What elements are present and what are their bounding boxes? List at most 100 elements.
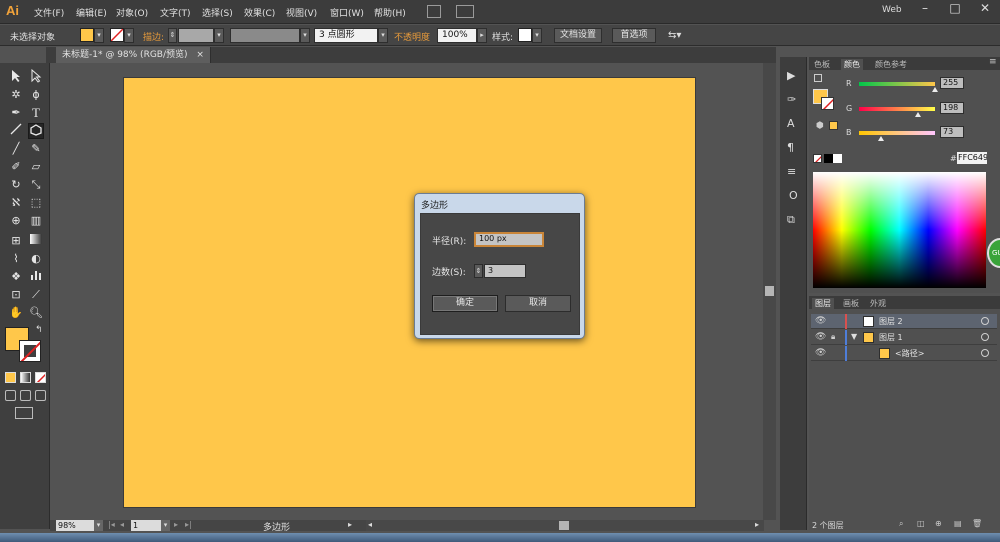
none-mode-icon[interactable] [35,372,46,383]
align-icon[interactable]: ≡ [787,165,796,178]
ok-button[interactable]: 确定 [432,295,498,312]
sides-input[interactable]: 3 [484,264,526,278]
stroke-weight-stepper[interactable]: ⇕ [168,28,177,43]
column-graph-tool-icon[interactable] [28,269,44,285]
layer-name[interactable]: 图层 1 [879,332,903,343]
minimize-button[interactable]: – [910,0,940,17]
preferences-button[interactable]: 首选项 [612,28,656,43]
blob-brush-tool-icon[interactable]: ✐ [8,159,24,175]
layer-row[interactable]: 👁︎ 图层 2 [811,314,997,329]
visibility-eye-icon[interactable]: 👁︎ [815,332,826,342]
variable-width-profile[interactable] [230,28,300,43]
artboard-tool-icon[interactable]: ⊡ [8,287,24,303]
screen-mode-icon[interactable] [15,407,33,419]
swap-fill-stroke-icon[interactable]: ↰ [35,325,43,335]
default-colors-icon[interactable] [814,74,822,82]
stroke-dropdown[interactable]: ▾ [124,28,134,43]
horizontal-scrollbar[interactable]: ◂ ▸ [366,520,764,531]
tab-artboards[interactable]: 画板 [843,298,859,309]
layer-target-icon[interactable] [981,317,989,325]
pen-tool-icon[interactable]: ✒ [8,105,24,121]
gradient-tool-icon[interactable] [28,233,44,249]
opacity-field[interactable]: 100% [437,28,477,43]
layer-name[interactable]: 图层 2 [879,316,903,327]
maximize-button[interactable]: □ [940,0,970,17]
path-target-icon[interactable] [981,349,989,357]
arrange-documents-icon[interactable] [456,5,474,18]
menu-object[interactable]: 对象(O) [116,6,148,19]
red-slider-thumb[interactable] [932,87,938,92]
lock-icon[interactable]: 🔒︎ [831,332,835,342]
prev-page-icon[interactable]: ◂ [120,520,124,529]
lasso-tool-icon[interactable]: ϕ [28,87,44,103]
selection-tool-icon[interactable] [8,69,24,85]
graphic-style-swatch[interactable] [518,28,532,42]
pathfinder-icon[interactable]: ⧉ [787,213,795,227]
layer-target-icon[interactable] [981,333,989,341]
gradient-mode-icon[interactable] [20,372,31,383]
first-page-icon[interactable]: |◂ [108,520,115,529]
menu-view[interactable]: 视图(V) [286,6,317,19]
vertical-scrollbar[interactable] [763,63,776,520]
visibility-eye-icon[interactable]: 👁︎ [815,348,826,358]
rotate-tool-icon[interactable]: ↻ [8,177,24,193]
gamut-swatch[interactable] [829,121,838,130]
brush-dropdown[interactable]: ▾ [378,28,388,43]
zoom-dropdown[interactable]: ▾ [94,520,103,531]
scroll-left-icon[interactable]: ◂ [368,520,372,529]
eraser-tool-icon[interactable]: ▱ [28,159,44,175]
radius-input[interactable]: 100 px [474,232,544,247]
vertical-scroll-thumb[interactable] [765,286,774,296]
document-tab[interactable]: 未标题-1* @ 98% (RGB/预览) × [56,47,211,63]
none-color-swatch[interactable] [813,154,822,163]
brush-definition[interactable]: 3 点圆形 [314,28,378,43]
panel-menu-icon[interactable]: ≡ [989,57,997,67]
fill-swatch[interactable] [80,28,94,42]
cancel-button[interactable]: 取消 [505,295,571,312]
scale-tool-icon[interactable]: ⤡ [28,177,44,193]
new-layer-icon[interactable]: ▤ [954,519,962,528]
magic-wand-tool-icon[interactable]: ✲ [8,87,24,103]
color-mode-icon[interactable] [5,372,16,383]
hand-tool-icon[interactable]: ✋ [8,305,24,321]
horizontal-scroll-thumb[interactable] [559,521,569,530]
draw-inside-icon[interactable] [35,390,46,401]
polygon-tool-icon[interactable] [28,123,44,139]
blue-slider[interactable] [859,131,935,135]
draw-normal-icon[interactable] [5,390,16,401]
menu-select[interactable]: 选择(S) [202,6,233,19]
zoom-field[interactable]: 98% [56,520,94,531]
bridge-icon[interactable] [427,5,441,18]
play-icon[interactable]: ▶ [787,69,795,82]
slice-tool-icon[interactable]: ⟋ [28,287,44,303]
red-value-field[interactable]: 255 [940,77,964,89]
eyedropper-tool-icon[interactable]: ⌇ [8,251,24,267]
green-value-field[interactable]: 198 [940,102,964,114]
pencil-tool-icon[interactable]: ✎ [28,141,44,157]
close-window-button[interactable]: ✕ [970,0,1000,17]
tab-swatches[interactable]: 色板 [814,59,830,70]
blend-tool-icon[interactable]: ◐ [28,251,44,267]
stroke-weight-dropdown[interactable]: ▾ [214,28,224,43]
expand-arrow-icon[interactable]: ▼ [851,332,857,341]
menu-edit[interactable]: 编辑(E) [76,6,107,19]
type-tool-icon[interactable]: T [28,105,44,121]
visibility-eye-icon[interactable]: 👁︎ [815,316,826,326]
stroke-swatch[interactable] [110,28,124,42]
opacity-label[interactable]: 不透明度 [394,30,430,43]
menu-help[interactable]: 帮助(H) [374,6,406,19]
tab-layers[interactable]: 图层 [812,298,834,309]
paragraph-icon[interactable]: ¶ [787,141,794,154]
fill-dropdown[interactable]: ▾ [94,28,104,43]
profile-dropdown[interactable]: ▾ [300,28,310,43]
tab-appearance[interactable]: 外观 [870,298,886,309]
red-slider[interactable] [859,82,935,86]
menu-window[interactable]: 窗口(W) [330,6,364,19]
style-dropdown[interactable]: ▾ [532,28,542,43]
scatter-brush-icon[interactable]: ✑ [787,93,796,106]
arrange-icon[interactable]: ⇆▾ [668,30,681,41]
black-swatch[interactable] [824,154,833,163]
clipping-mask-icon[interactable]: ◫ [917,519,925,528]
line-tool-icon[interactable] [8,123,24,139]
blue-value-field[interactable]: 73 [940,126,964,138]
